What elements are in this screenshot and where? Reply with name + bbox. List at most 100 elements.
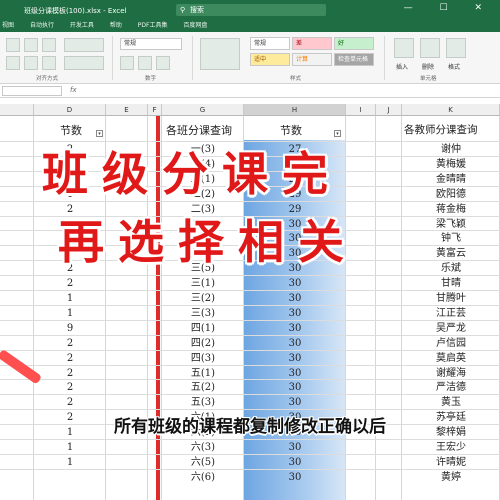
cell-class[interactable]: 三(1) bbox=[162, 276, 244, 291]
cell-sessions[interactable]: 30 bbox=[244, 306, 346, 321]
menu-view[interactable]: 视图 bbox=[2, 20, 14, 32]
cell-d[interactable]: 2 bbox=[34, 395, 106, 410]
column-header-i[interactable]: I bbox=[346, 104, 376, 116]
cell-d[interactable]: 1 bbox=[34, 455, 106, 470]
search-box[interactable]: ⚲ 搜索 bbox=[176, 4, 326, 16]
menu-developer[interactable]: 开发工具 bbox=[70, 20, 94, 32]
cell-d[interactable]: 2 bbox=[34, 276, 106, 291]
style-normal[interactable]: 常规 bbox=[250, 37, 290, 50]
cell-d[interactable]: 1 bbox=[34, 291, 106, 306]
delete-cells-icon[interactable] bbox=[420, 38, 440, 58]
cell-teacher[interactable]: 黄富云 bbox=[402, 246, 500, 261]
cell-class[interactable]: 六(6) bbox=[162, 470, 244, 485]
menu-automate[interactable]: 自动执行 bbox=[30, 20, 54, 32]
cell-teacher[interactable]: 黄玉 bbox=[402, 395, 500, 410]
cell-d[interactable]: 2 bbox=[34, 351, 106, 366]
cell-class[interactable]: 四(1) bbox=[162, 321, 244, 336]
cell-class[interactable]: 五(3) bbox=[162, 395, 244, 410]
comma-icon[interactable] bbox=[156, 56, 170, 70]
cell-teacher[interactable]: 蒋金梅 bbox=[402, 202, 500, 217]
cell-teacher[interactable]: 甘腾叶 bbox=[402, 291, 500, 306]
align-bottom-icon[interactable] bbox=[42, 38, 56, 52]
cell-teacher[interactable]: 莫启英 bbox=[402, 351, 500, 366]
cell-sessions[interactable]: 30 bbox=[244, 395, 346, 410]
insert-cells-icon[interactable] bbox=[394, 38, 414, 58]
cell-teacher[interactable]: 谢耀海 bbox=[402, 366, 500, 381]
cell-sessions[interactable]: 30 bbox=[244, 351, 346, 366]
filter-dropdown-icon[interactable]: ▾ bbox=[96, 130, 103, 137]
column-header-f[interactable]: F bbox=[148, 104, 162, 116]
conditional-format-button[interactable] bbox=[200, 38, 240, 70]
column-header-j[interactable]: J bbox=[376, 104, 402, 116]
cell-sessions[interactable]: 30 bbox=[244, 366, 346, 381]
cell-class[interactable]: 四(2) bbox=[162, 336, 244, 351]
cell-class[interactable]: 六(5) bbox=[162, 455, 244, 470]
style-check-cell[interactable]: 检查单元格 bbox=[334, 53, 374, 66]
cell-sessions[interactable]: 30 bbox=[244, 291, 346, 306]
cell-d[interactable]: 2 bbox=[34, 336, 106, 351]
style-bad[interactable]: 差 bbox=[292, 37, 332, 50]
cell-teacher[interactable]: 黄婷 bbox=[402, 470, 500, 485]
currency-icon[interactable] bbox=[120, 56, 134, 70]
column-header-e[interactable]: E bbox=[106, 104, 148, 116]
window-controls[interactable]: — ☐ ✕ bbox=[404, 3, 494, 13]
filter-dropdown-icon[interactable]: ▾ bbox=[334, 130, 341, 137]
align-left-icon[interactable] bbox=[6, 56, 20, 70]
cell-sessions[interactable]: 30 bbox=[244, 455, 346, 470]
cell-teacher[interactable]: 乐斌 bbox=[402, 261, 500, 276]
align-right-icon[interactable] bbox=[42, 56, 56, 70]
menu-baidu-netdisk[interactable]: 百度网盘 bbox=[183, 20, 207, 32]
fx-icon[interactable]: fx bbox=[70, 86, 77, 94]
align-top-icon[interactable] bbox=[6, 38, 20, 52]
column-header-g[interactable]: G bbox=[162, 104, 244, 116]
style-calculation[interactable]: 计算 bbox=[292, 53, 332, 66]
cell-teacher[interactable]: 甘晴 bbox=[402, 276, 500, 291]
worksheet-grid[interactable]: 节数 ▾ 各班分课查询 节数 ▾ 各教师分课查询 2 一(3) 27 谢仲 一(4) 27… bbox=[0, 116, 500, 500]
cell-teacher[interactable]: 许晴妮 bbox=[402, 455, 500, 470]
percent-icon[interactable] bbox=[138, 56, 152, 70]
cell-d[interactable]: 1 bbox=[34, 306, 106, 321]
cell-class[interactable]: 四(3) bbox=[162, 351, 244, 366]
cell-sessions[interactable]: 30 bbox=[244, 276, 346, 291]
cell-teacher[interactable]: 吴严龙 bbox=[402, 321, 500, 336]
cell-teacher[interactable]: 钟飞 bbox=[402, 231, 500, 246]
cell-teacher[interactable]: 金晴晴 bbox=[402, 172, 500, 187]
cell-class[interactable]: 三(3) bbox=[162, 306, 244, 321]
cell-d[interactable]: 2 bbox=[34, 380, 106, 395]
cell-teacher[interactable]: 严洁德 bbox=[402, 380, 500, 395]
menu-help[interactable]: 帮助 bbox=[110, 20, 122, 32]
cell-sessions[interactable]: 30 bbox=[244, 380, 346, 395]
cell-teacher[interactable]: 卢信园 bbox=[402, 336, 500, 351]
cell-class[interactable]: 五(1) bbox=[162, 366, 244, 381]
column-header-d[interactable]: D bbox=[34, 104, 106, 116]
cell-teacher[interactable]: 黄梅媛 bbox=[402, 157, 500, 172]
cell-class[interactable]: 五(2) bbox=[162, 380, 244, 395]
cell-sessions[interactable]: 30 bbox=[244, 440, 346, 455]
align-center-icon[interactable] bbox=[24, 56, 38, 70]
cell-class[interactable]: 三(2) bbox=[162, 291, 244, 306]
style-good[interactable]: 好 bbox=[334, 37, 374, 50]
menu-pdf-tools[interactable]: PDF工具集 bbox=[138, 20, 168, 32]
cell-class[interactable]: 六(3) bbox=[162, 440, 244, 455]
format-cells-icon[interactable] bbox=[446, 38, 466, 58]
name-box[interactable] bbox=[2, 86, 62, 96]
wrap-text-button[interactable] bbox=[64, 38, 104, 52]
cell-d[interactable]: 9 bbox=[34, 321, 106, 336]
cell-d[interactable]: 1 bbox=[34, 440, 106, 455]
column-header-h[interactable]: H bbox=[244, 104, 346, 116]
cell-sessions[interactable]: 30 bbox=[244, 470, 346, 485]
cell-sessions[interactable]: 30 bbox=[244, 336, 346, 351]
cell-teacher[interactable]: 梁飞颖 bbox=[402, 217, 500, 232]
column-header-blank[interactable] bbox=[0, 104, 34, 116]
number-format-select[interactable]: 常规 bbox=[120, 38, 182, 50]
cell-sessions[interactable]: 30 bbox=[244, 321, 346, 336]
cell-teacher[interactable]: 谢仲 bbox=[402, 142, 500, 157]
align-middle-icon[interactable] bbox=[24, 38, 38, 52]
column-header-k[interactable]: K bbox=[402, 104, 500, 116]
cell-d[interactable] bbox=[34, 470, 106, 485]
style-neutral[interactable]: 适中 bbox=[250, 53, 290, 66]
cell-d[interactable]: 2 bbox=[34, 366, 106, 381]
cell-teacher[interactable]: 江正芸 bbox=[402, 306, 500, 321]
cell-teacher[interactable]: 欧阳德 bbox=[402, 187, 500, 202]
cell-teacher[interactable]: 王宏少 bbox=[402, 440, 500, 455]
